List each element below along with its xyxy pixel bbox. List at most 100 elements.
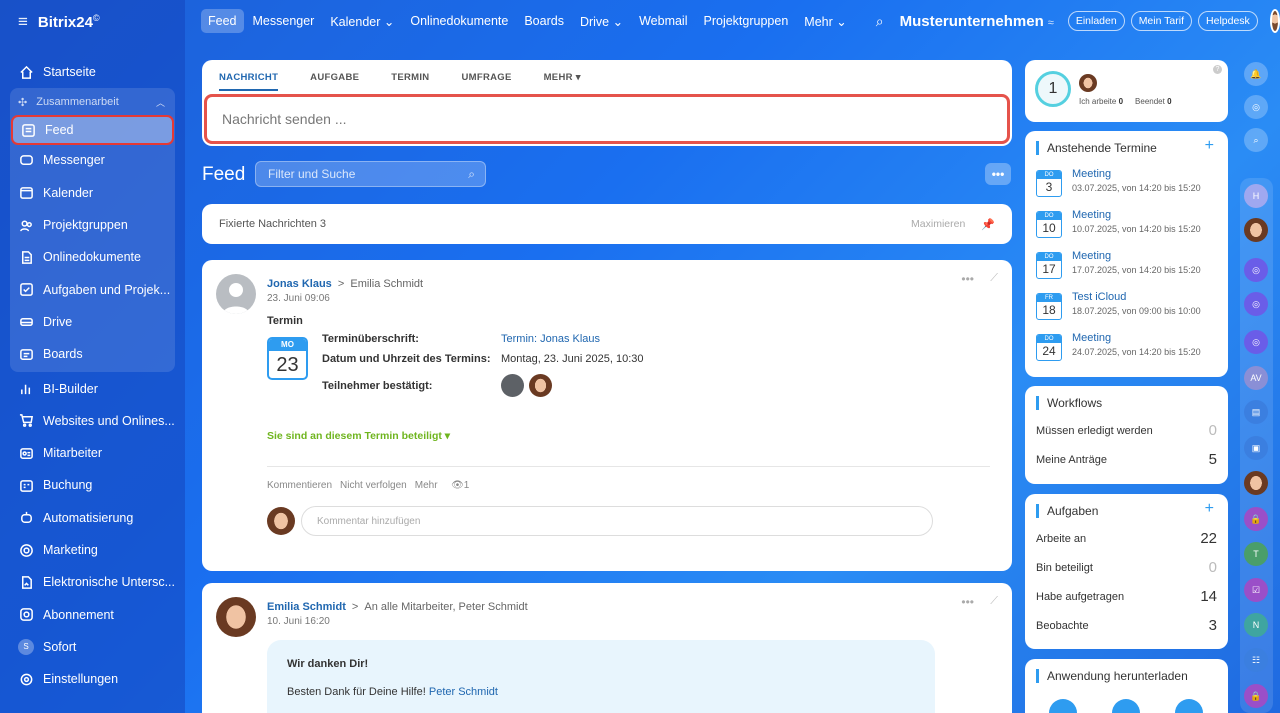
sidebar-item-sofort[interactable]: S Sofort	[10, 631, 175, 663]
task-row[interactable]: Beobachte 3	[1036, 617, 1217, 634]
work-counter[interactable]: 1	[1035, 71, 1071, 107]
sidebar-item-automatisierung[interactable]: Automatisierung	[10, 502, 175, 534]
tab-drive[interactable]: Drive ⌄	[573, 9, 630, 34]
sidebar-item-startseite[interactable]: Startseite	[10, 56, 175, 88]
sidebar-item-signatur[interactable]: Elektronische Untersc...	[10, 566, 175, 598]
tab-kalender[interactable]: Kalender ⌄	[323, 9, 401, 34]
task-row[interactable]: Arbeite an 22	[1036, 530, 1217, 547]
task-row[interactable]: Bin beteiligt 0	[1036, 559, 1217, 576]
sidebar-item-marketing[interactable]: Marketing	[10, 534, 175, 566]
pin-icon[interactable]: 📌	[981, 218, 995, 231]
user-link[interactable]: Peter Schmidt	[429, 686, 498, 698]
bell-icon[interactable]: 🔔	[1244, 62, 1268, 86]
tab-termin[interactable]: TERMIN	[391, 72, 429, 91]
search-icon[interactable]: ⌕	[876, 13, 884, 30]
copilot-icon[interactable]: ◎	[1244, 95, 1268, 119]
pinned-messages-bar[interactable]: Fixierte Nachrichten 3 Maximieren 📌	[202, 204, 1012, 244]
chat-avatar[interactable]	[1244, 218, 1268, 242]
chat-bubble-icon[interactable]: ▤	[1244, 400, 1268, 424]
sidebar-item-kalender[interactable]: Kalender	[10, 177, 175, 209]
sidebar-item-projektgruppen[interactable]: Projektgruppen	[10, 209, 175, 241]
workflow-row[interactable]: Meine Anträge 5	[1036, 451, 1217, 468]
post-menu-icon[interactable]: •••	[961, 595, 974, 609]
android-icon[interactable]	[1175, 699, 1203, 713]
copilot-chat-icon[interactable]: ◎	[1244, 330, 1268, 354]
group-chat-icon[interactable]: ☷	[1244, 648, 1268, 672]
search-input[interactable]: Filter und Suche ⌕	[255, 161, 486, 187]
avatar[interactable]	[529, 374, 552, 397]
post-author[interactable]: Jonas Klaus > Emilia Schmidt	[267, 278, 423, 290]
tab-onlinedokumente[interactable]: Onlinedokumente	[403, 9, 515, 33]
pin-icon[interactable]: ⟋	[990, 595, 998, 608]
sidebar-item-bi-builder[interactable]: BI-Builder	[10, 372, 175, 404]
post-menu-icon[interactable]: •••	[961, 272, 974, 286]
contact-card-icon[interactable]: ▣	[1244, 436, 1268, 460]
invite-button[interactable]: Einladen	[1067, 11, 1125, 31]
tab-mehr[interactable]: MEHR ▾	[544, 72, 581, 91]
lock-icon[interactable]: 🔒	[1244, 684, 1268, 708]
sidebar-item-boards[interactable]: Boards	[10, 338, 175, 370]
search-chat-icon[interactable]: ⌕	[1244, 128, 1268, 152]
chevron-down-icon: ⌄	[836, 14, 847, 29]
message-input[interactable]: Nachricht senden ...	[204, 94, 1010, 144]
chat-avatar[interactable]: H	[1244, 184, 1268, 208]
sidebar-item-aufgaben[interactable]: Aufgaben und Projek...	[10, 273, 175, 305]
event-title[interactable]: Meeting	[1072, 209, 1111, 221]
sidebar-item-onlinedokumente[interactable]: Onlinedokumente	[10, 241, 175, 273]
group-header[interactable]: ✣ Zusammenarbeit ︿	[10, 88, 175, 116]
post-author[interactable]: Emilia Schmidt > An alle Mitarbeiter, Pet…	[267, 601, 528, 613]
tab-messenger[interactable]: Messenger	[246, 9, 322, 33]
sidebar-item-feed[interactable]: Feed	[11, 115, 174, 146]
task-check-icon[interactable]: ☑	[1244, 578, 1268, 602]
sidebar-item-buchung[interactable]: Buchung	[10, 469, 175, 501]
logo[interactable]: ≡ Bitrix24©	[18, 12, 100, 32]
sidebar-item-websites[interactable]: Websites und Onlines...	[10, 405, 175, 437]
tab-umfrage[interactable]: UMFRAGE	[461, 72, 511, 91]
tab-mehr[interactable]: Mehr ⌄	[797, 9, 853, 34]
tab-aufgabe[interactable]: AUFGABE	[310, 72, 359, 91]
my-plan-button[interactable]: Mein Tarif	[1130, 11, 1193, 31]
sidebar-item-abonnement[interactable]: Abonnement	[10, 598, 175, 630]
sidebar-item-einstellungen[interactable]: Einstellungen	[10, 663, 175, 695]
sidebar-item-drive[interactable]: Drive	[10, 306, 175, 338]
chat-avatar[interactable]: AV	[1244, 366, 1268, 390]
avatar[interactable]	[501, 374, 524, 397]
menu-icon[interactable]: ≡	[18, 12, 28, 32]
company-name[interactable]: Musterunternehmen ≈	[900, 13, 1054, 30]
event-title[interactable]: Meeting	[1072, 168, 1111, 180]
chat-avatar[interactable]: T	[1244, 542, 1268, 566]
add-task-button[interactable]: +	[1205, 500, 1214, 518]
help-icon[interactable]: ?	[1213, 65, 1222, 74]
copilot-chat-icon[interactable]: ◎	[1244, 292, 1268, 316]
tab-nachricht[interactable]: NACHRICHT	[219, 72, 279, 91]
chat-avatar[interactable]	[1244, 471, 1268, 495]
comment-link[interactable]: Kommentieren	[267, 480, 332, 491]
tab-projektgruppen[interactable]: Projektgruppen	[697, 9, 796, 33]
windows-icon[interactable]	[1112, 699, 1140, 713]
involvement-dropdown[interactable]: Sie sind an diesem Termin beteiligt ▾	[267, 430, 450, 442]
event-title[interactable]: Test iCloud	[1072, 291, 1126, 303]
event-title-link[interactable]: Termin: Jonas Klaus	[501, 333, 600, 345]
apple-icon[interactable]	[1049, 699, 1077, 713]
sidebar-item-messenger[interactable]: Messenger	[10, 144, 175, 176]
task-row[interactable]: Habe aufgetragen 14	[1036, 588, 1217, 605]
lock-icon[interactable]: 🔒	[1244, 507, 1268, 531]
maximize-button[interactable]: Maximieren	[911, 218, 965, 230]
feed-more-button[interactable]: •••	[985, 163, 1011, 185]
tab-feed[interactable]: Feed	[201, 9, 244, 33]
chat-avatar[interactable]: N	[1244, 613, 1268, 637]
sidebar-item-mitarbeiter[interactable]: Mitarbeiter	[10, 437, 175, 469]
workflow-row[interactable]: Müssen erledigt werden 0	[1036, 422, 1217, 439]
copilot-chat-icon[interactable]: ◎	[1244, 258, 1268, 282]
avatar[interactable]	[216, 597, 256, 637]
event-title[interactable]: Meeting	[1072, 332, 1111, 344]
more-link[interactable]: Mehr	[415, 480, 438, 491]
avatar[interactable]	[216, 274, 256, 314]
tab-boards[interactable]: Boards	[517, 9, 571, 33]
add-event-button[interactable]: +	[1205, 137, 1214, 155]
event-title[interactable]: Meeting	[1072, 250, 1111, 262]
pin-icon[interactable]: ⟋	[990, 272, 998, 285]
unfollow-link[interactable]: Nicht verfolgen	[340, 480, 407, 491]
tab-webmail[interactable]: Webmail	[632, 9, 694, 33]
comment-input[interactable]: Kommentar hinzufügen	[301, 506, 933, 536]
